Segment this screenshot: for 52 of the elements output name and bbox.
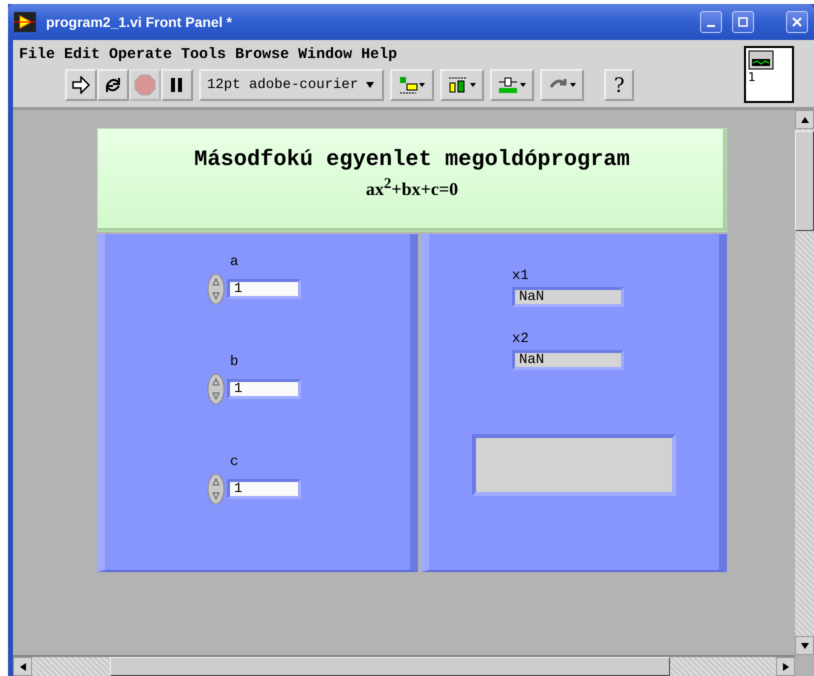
- scrollbar-thumb[interactable]: [110, 657, 670, 676]
- scrollbar-thumb[interactable]: [795, 131, 814, 231]
- menu-item[interactable]: Tools: [181, 46, 226, 63]
- control-label: a: [230, 254, 240, 270]
- numeric-indicator[interactable]: NaN: [512, 287, 624, 307]
- spinner-icon[interactable]: [207, 273, 225, 305]
- toolbar-button[interactable]: [490, 69, 534, 101]
- control-label: b: [230, 354, 240, 370]
- distribute-icon: [447, 75, 478, 95]
- maximize-icon: [738, 17, 748, 27]
- toolbar-button[interactable]: [390, 69, 434, 101]
- indicator-label: x2: [512, 331, 530, 347]
- connector-number: 1: [748, 71, 756, 83]
- waveform-icon: [748, 50, 774, 70]
- indicator-label: x1: [512, 268, 530, 284]
- minimize-icon: [707, 25, 715, 27]
- cycle-arrows-icon: [103, 75, 123, 95]
- font-dropdown[interactable]: 12pt adobe-courier: [199, 69, 384, 101]
- help-button[interactable]: ?: [604, 69, 634, 101]
- toolbar-button[interactable]: [97, 69, 129, 101]
- resize-icon: [497, 75, 528, 95]
- equation: ax$^{2}$+bx+c=0: [366, 176, 458, 200]
- menu-item[interactable]: Edit: [64, 46, 100, 63]
- spinner-icon[interactable]: [207, 373, 225, 405]
- numeric-field[interactable]: 1: [227, 279, 301, 299]
- numeric-indicator[interactable]: NaN: [512, 350, 624, 370]
- stop-icon: [134, 74, 156, 96]
- numeric-field[interactable]: 1: [227, 379, 301, 399]
- connector-pane[interactable]: 1: [744, 46, 794, 103]
- app-icon: [14, 12, 36, 32]
- menu-item[interactable]: Window: [298, 46, 352, 63]
- toolbar-button[interactable]: [440, 69, 484, 101]
- horizontal-scrollbar[interactable]: [13, 655, 795, 676]
- numeric-field[interactable]: 1: [227, 479, 301, 499]
- close-icon: [792, 17, 802, 27]
- spinner-icon[interactable]: [207, 473, 225, 505]
- align-icon: [398, 75, 426, 95]
- pause-icon: [170, 77, 184, 93]
- control-label: c: [230, 454, 240, 470]
- menu-item[interactable]: Operate: [109, 46, 172, 63]
- menu-item[interactable]: Browse: [235, 46, 290, 63]
- minimize-button[interactable]: [700, 11, 722, 33]
- toolbar-button[interactable]: [65, 69, 97, 101]
- window-title: program2_1.vi Front Panel *: [46, 14, 232, 30]
- maximize-button[interactable]: [732, 11, 754, 33]
- menu-item[interactable]: File: [19, 46, 56, 63]
- vertical-scrollbar[interactable]: [795, 110, 814, 655]
- run-arrow-icon: [71, 76, 91, 94]
- toolbar-button[interactable]: [161, 69, 193, 101]
- panel-heading: Másodfokú egyenlet megoldóprogram: [194, 147, 630, 172]
- close-button[interactable]: [786, 11, 808, 33]
- menu-item[interactable]: Help: [361, 46, 398, 63]
